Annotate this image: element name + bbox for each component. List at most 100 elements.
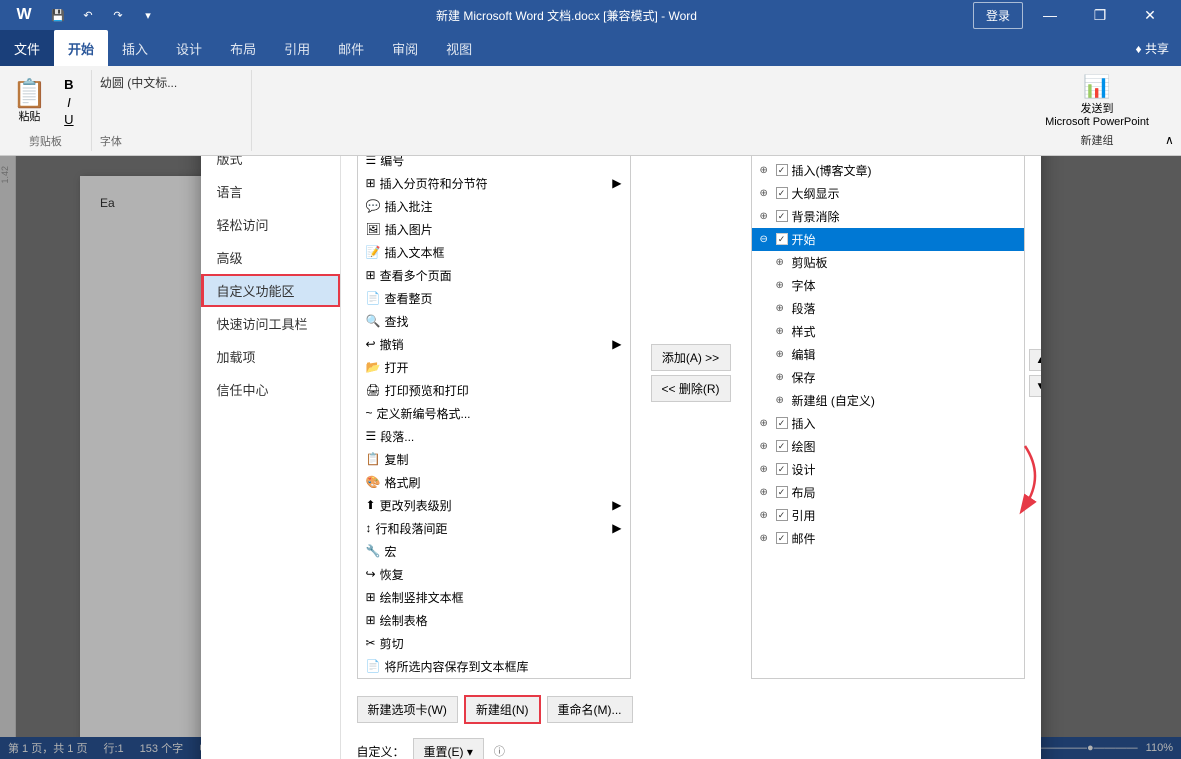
tab-design[interactable]: 设计: [162, 30, 216, 66]
login-button[interactable]: 登录: [973, 2, 1023, 29]
cb-draw[interactable]: [776, 440, 788, 452]
tree-home-font[interactable]: ⊕ 字体: [752, 274, 1024, 297]
reset-row: 自定义： 重置(E) ▾ ⓘ: [357, 738, 1025, 759]
dialog-overlay: Word 选项 ? ✕ 常规 显示 校对 保存 版式 语言: [0, 156, 1181, 759]
cmd-open[interactable]: 📂 打开: [358, 356, 630, 379]
cmd-picture[interactable]: 🖼 插入图片: [358, 218, 630, 241]
tree-home-para[interactable]: ⊕ 段落: [752, 297, 1024, 320]
reset-info-icon[interactable]: ⓘ: [494, 743, 505, 759]
cmd-fullpage[interactable]: 📄 查看整页: [358, 287, 630, 310]
send-to-ppt-btn[interactable]: 📊 发送到 Microsoft PowerPoint: [1045, 74, 1149, 128]
right-tree-list[interactable]: ⊕ 博客文章 ⊕ 插入(博客文章) ⊕ 大纲显示 ⊕: [751, 156, 1025, 679]
cmd-multipage[interactable]: ⊞ 查看多个页面: [358, 264, 630, 287]
underline-btn[interactable]: U: [59, 112, 79, 127]
tree-draw[interactable]: ⊕ 绘图: [752, 435, 1024, 458]
cb-references[interactable]: [776, 509, 788, 521]
right-panel: 自定义功能区(B): ⓘ 主选项卡 ▾: [751, 156, 1025, 679]
add-button[interactable]: 添加(A) >>: [651, 344, 731, 371]
tab-file[interactable]: 文件: [0, 30, 54, 66]
cmd-pagebreak[interactable]: ⊞ 插入分页符和分节符 ▶: [358, 172, 630, 195]
tree-bloginsert[interactable]: ⊕ 插入(博客文章): [752, 159, 1024, 182]
cmd-textbox[interactable]: 📝 插入文本框: [358, 241, 630, 264]
tab-home[interactable]: 开始: [54, 30, 108, 66]
tab-insert[interactable]: 插入: [108, 30, 162, 66]
remove-button[interactable]: << 删除(R): [651, 375, 731, 402]
cmd-redo[interactable]: ↪ 恢复: [358, 563, 630, 586]
cmd-savetextbox[interactable]: 📄 将所选内容保存到文本框库: [358, 655, 630, 678]
cmd-comment[interactable]: 💬 插入批注: [358, 195, 630, 218]
nav-accessibility[interactable]: 轻松访问: [201, 208, 340, 241]
tree-design[interactable]: ⊕ 设计: [752, 458, 1024, 481]
nav-trust-center[interactable]: 信任中心: [201, 373, 340, 406]
cb-design[interactable]: [776, 463, 788, 475]
bold-btn[interactable]: B: [59, 76, 79, 93]
share-button[interactable]: ♦ 共享: [1124, 40, 1181, 57]
cmd-macro[interactable]: 🔧 宏: [358, 540, 630, 563]
italic-btn[interactable]: I: [59, 95, 79, 110]
rename-btn[interactable]: 重命名(M)...: [547, 696, 633, 723]
cb-outline[interactable]: [776, 187, 788, 199]
cmd-linespace[interactable]: ↕ 行和段落间距 ▶: [358, 517, 630, 540]
undo-quick-btn[interactable]: ↶: [76, 3, 100, 27]
tree-outline[interactable]: ⊕ 大纲显示: [752, 182, 1024, 205]
tree-home-clipboard[interactable]: ⊕ 剪贴板: [752, 251, 1024, 274]
nav-quick-access[interactable]: 快速访问工具栏: [201, 307, 340, 340]
ribbon-collapse-btn[interactable]: ∧: [1165, 70, 1181, 151]
cmd-numbering[interactable]: ☰ 编号: [358, 156, 630, 172]
font-selector[interactable]: 幼圆 (中文标...: [100, 70, 243, 95]
cmd-fmt-icon: 🎨: [366, 475, 381, 489]
cmd-listlevel[interactable]: ⬆ 更改列表级别 ▶: [358, 494, 630, 517]
cmd-drawtextbox[interactable]: ⊞ 绘制竖排文本框: [358, 586, 630, 609]
paste-btn[interactable]: 📋 粘贴: [8, 76, 51, 128]
tab-view[interactable]: 视图: [432, 30, 486, 66]
nav-advanced[interactable]: 高级: [201, 241, 340, 274]
save-quick-btn[interactable]: 💾: [46, 3, 70, 27]
tree-home-styles[interactable]: ⊕ 样式: [752, 320, 1024, 343]
minimize-btn[interactable]: —: [1027, 0, 1073, 30]
cmd-print[interactable]: 🖨 打印预览和打印: [358, 379, 630, 402]
move-up-btn[interactable]: ▲: [1029, 349, 1041, 371]
move-down-btn[interactable]: ▼: [1029, 375, 1041, 397]
cmd-drawtable[interactable]: ⊞ 绘制表格: [358, 609, 630, 632]
reset-btn[interactable]: 重置(E) ▾: [413, 738, 484, 759]
cmd-fmtpaint[interactable]: 🎨 格式刷: [358, 471, 630, 494]
new-group-btn[interactable]: 新建组(N): [464, 695, 541, 724]
tab-review[interactable]: 审阅: [378, 30, 432, 66]
tab-layout[interactable]: 布局: [216, 30, 270, 66]
cmd-cut[interactable]: ✂ 剪切: [358, 632, 630, 655]
cmd-undo[interactable]: ↩ 撤销 ▶: [358, 333, 630, 356]
tree-layout[interactable]: ⊕ 布局: [752, 481, 1024, 504]
tree-references[interactable]: ⊕ 引用: [752, 504, 1024, 527]
nav-addins[interactable]: 加载项: [201, 340, 340, 373]
left-commands-list[interactable]: 💾 保存 ☰ 编号 ⊞ 插入分页符和分节符 ▶ 💬 插入批注 🖼 插入图片 📝 …: [357, 156, 631, 679]
nav-language[interactable]: 语言: [201, 175, 340, 208]
cmd-listnew[interactable]: ~ 定义新编号格式...: [358, 402, 630, 425]
tree-home-editing[interactable]: ⊕ 编辑: [752, 343, 1024, 366]
cmd-open-icon: 📂: [366, 360, 381, 374]
tree-bgremove[interactable]: ⊕ 背景消除: [752, 205, 1024, 228]
redo-quick-btn[interactable]: ↷: [106, 3, 130, 27]
tab-references[interactable]: 引用: [270, 30, 324, 66]
cb-layout[interactable]: [776, 486, 788, 498]
cb-mail[interactable]: [776, 532, 788, 544]
customize-quick-btn[interactable]: ▾: [136, 3, 160, 27]
restore-btn[interactable]: ❐: [1077, 0, 1123, 30]
tree-home-save[interactable]: ⊕ 保存: [752, 366, 1024, 389]
cmd-macro-icon: 🔧: [366, 544, 381, 558]
tree-mail[interactable]: ⊕ 邮件: [752, 527, 1024, 550]
nav-customize-ribbon[interactable]: 自定义功能区: [201, 274, 340, 307]
new-tab-btn[interactable]: 新建选项卡(W): [357, 696, 458, 723]
tree-insert[interactable]: ⊕ 插入: [752, 412, 1024, 435]
close-btn[interactable]: ✕: [1127, 0, 1173, 30]
cb-insert[interactable]: [776, 417, 788, 429]
cmd-find[interactable]: 🔍 查找: [358, 310, 630, 333]
cb-home[interactable]: [776, 233, 788, 245]
cb-bgremove[interactable]: [776, 210, 788, 222]
cb-bloginsert[interactable]: [776, 164, 788, 176]
nav-layout[interactable]: 版式: [201, 156, 340, 175]
tree-home-newgroup[interactable]: ⊕ 新建组 (自定义): [752, 389, 1024, 412]
cmd-copy[interactable]: 📋 复制: [358, 448, 630, 471]
tab-mail[interactable]: 邮件: [324, 30, 378, 66]
tree-home[interactable]: ⊖ 开始: [752, 228, 1024, 251]
cmd-para[interactable]: ☰ 段落...: [358, 425, 630, 448]
